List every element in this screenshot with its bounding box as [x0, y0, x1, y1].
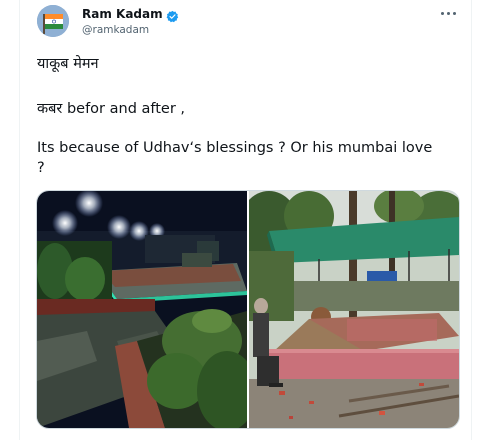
verified-badge-icon	[166, 8, 179, 22]
tweet-text-line: ?	[37, 160, 45, 176]
tweet-text-line: Its because of Udhav‘s blessings ? Or hi…	[37, 140, 433, 156]
india-flag-icon	[37, 5, 69, 37]
tweet-text-line: कबर befor and after ,	[37, 101, 186, 117]
grave-before-photo[interactable]	[249, 191, 459, 428]
grave-after-photo[interactable]	[37, 191, 247, 428]
author-display-name[interactable]: Ram Kadam	[82, 7, 163, 21]
tweet-text-line: याकूब मेमन	[37, 56, 99, 72]
tweet-card[interactable]: Ram Kadam @ramkadam याकूब मेमन कबर befor…	[19, 0, 472, 440]
more-horizontal-icon[interactable]	[441, 10, 459, 16]
avatar[interactable]	[37, 5, 69, 37]
author-handle[interactable]: @ramkadam	[82, 24, 149, 36]
tweet-media-grid	[36, 190, 460, 429]
author-row: Ram Kadam	[82, 7, 179, 22]
